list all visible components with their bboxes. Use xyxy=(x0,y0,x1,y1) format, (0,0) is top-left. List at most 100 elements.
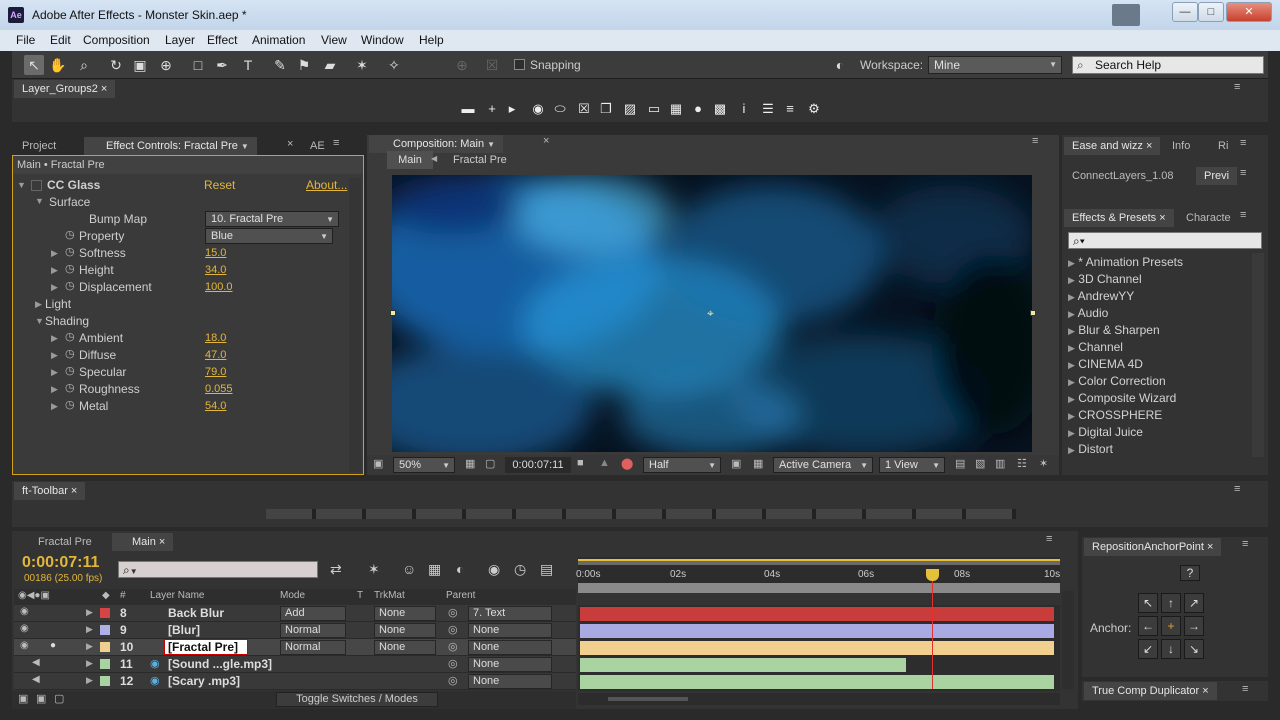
property-dropdown[interactable]: Blue ▼ xyxy=(205,228,333,244)
layer-name[interactable]: Back Blur xyxy=(168,606,224,620)
panel-menu-icon[interactable]: ≡ xyxy=(333,137,339,149)
anchor-top-button[interactable]: ↑ xyxy=(1161,593,1181,613)
stopwatch-icon[interactable]: ◷ xyxy=(65,398,75,411)
panel-menu-icon[interactable]: ≡ xyxy=(1242,538,1248,550)
selection-tool-icon[interactable]: ↖ xyxy=(24,55,44,75)
timestretch-icon[interactable]: ▢ xyxy=(54,692,64,705)
snapping-checkbox[interactable] xyxy=(514,59,525,70)
tab-main[interactable]: Main × xyxy=(112,533,174,551)
play-icon[interactable]: ▸ xyxy=(504,101,520,117)
table-row[interactable]: ◉ ▶ 8 Back Blur Add None ◎ 7. Text xyxy=(14,605,576,622)
expand-triangle-icon[interactable]: ▶ xyxy=(86,624,93,635)
rgb-channels-icon[interactable]: ⬤ xyxy=(621,457,633,470)
ambient-value[interactable]: 18.0 xyxy=(205,332,226,344)
close-icon[interactable]: × xyxy=(1207,541,1213,553)
expand-triangle-icon[interactable]: ▶ xyxy=(86,607,93,618)
camera-dropdown[interactable]: Active Camera ▼ xyxy=(773,457,873,473)
list-item[interactable]: ▶ CINEMA 4D xyxy=(1068,357,1143,371)
list-item[interactable]: ▶ Channel xyxy=(1068,340,1123,354)
close-icon[interactable]: × xyxy=(543,135,549,147)
work-area-bar[interactable] xyxy=(578,559,1060,565)
fast-preview-icon[interactable]: ▧ xyxy=(975,457,985,470)
workspace-dropdown[interactable]: Mine ▼ xyxy=(928,56,1062,74)
menu-window[interactable]: Window xyxy=(361,33,404,47)
maximize-button[interactable]: □ xyxy=(1198,2,1224,22)
rotate-tool-icon[interactable]: ↻ xyxy=(106,55,126,75)
list-item[interactable]: ▶ Blur & Sharpen xyxy=(1068,323,1160,337)
info-icon[interactable]: i xyxy=(736,101,752,117)
menu-composition[interactable]: Composition xyxy=(83,33,150,47)
tab-ae[interactable]: AE xyxy=(302,137,333,155)
axis-local-icon[interactable]: ⊕ xyxy=(452,55,472,75)
audio-speaker-icon[interactable]: ◀ xyxy=(32,674,40,685)
solo-icon[interactable]: ● xyxy=(50,640,56,651)
ft-toolbar-buttons[interactable] xyxy=(266,509,1016,519)
stopwatch-icon[interactable]: ◷ xyxy=(514,561,526,578)
tab-layer-groups[interactable]: Layer_Groups2 × xyxy=(14,80,116,98)
expand-triangle-icon[interactable]: ▼ xyxy=(17,180,26,190)
label-color-swatch[interactable] xyxy=(100,659,110,669)
anchor-top-left-button[interactable]: ↖ xyxy=(1138,593,1158,613)
label-color-swatch[interactable] xyxy=(100,676,110,686)
tab-reposition-anchor[interactable]: RepositionAnchorPoint × xyxy=(1084,538,1222,556)
tab-true-comp-duplicator[interactable]: True Comp Duplicator × xyxy=(1084,682,1217,700)
mode-dropdown[interactable]: Normal xyxy=(280,623,346,638)
axis-world-icon[interactable]: ☒ xyxy=(482,55,502,75)
tab-character[interactable]: Characte xyxy=(1178,209,1239,227)
menu-edit[interactable]: Edit xyxy=(50,33,71,47)
hand-tool-icon[interactable]: ✋ xyxy=(48,55,68,75)
close-icon[interactable]: × xyxy=(1159,212,1165,224)
zoom-bar[interactable] xyxy=(578,583,1060,593)
expand-triangle-icon[interactable]: ▶ xyxy=(35,299,42,310)
expand-triangle-icon[interactable]: ▼ xyxy=(35,196,44,206)
label-color-swatch[interactable] xyxy=(100,608,110,618)
toggle-pixel-icon[interactable]: ▤ xyxy=(955,457,965,470)
pen-tool-icon[interactable]: ✒ xyxy=(212,55,232,75)
list-item[interactable]: ▶ AndrewYY xyxy=(1068,289,1134,303)
close-button[interactable]: ✕ xyxy=(1226,2,1272,22)
layer-bar[interactable] xyxy=(580,641,1054,655)
expand-triangle-icon[interactable]: ▼ xyxy=(35,316,44,326)
parent-dropdown[interactable]: 7. Text xyxy=(468,606,552,621)
roto-brush-tool-icon[interactable]: ✶ xyxy=(352,55,372,75)
workspace-toggle-icon[interactable]: ◐ xyxy=(828,55,852,75)
list-item[interactable]: ▶ Composite Wizard xyxy=(1068,391,1176,405)
panel-menu-icon[interactable]: ≡ xyxy=(1046,533,1052,545)
stopwatch-icon[interactable]: ◷ xyxy=(65,330,75,343)
expand-triangle-icon[interactable]: ▶ xyxy=(86,641,93,652)
eye-icon[interactable]: ◉ xyxy=(20,606,29,617)
panel-menu-icon[interactable]: ≡ xyxy=(1242,683,1248,695)
folder-icon[interactable]: ▬ xyxy=(460,101,476,117)
list-item[interactable]: ▶ 3D Channel xyxy=(1068,272,1142,286)
table-row[interactable]: ◉ ▶ 9 [Blur] Normal None ◎ None xyxy=(14,622,576,639)
transfer-controls-icon[interactable]: ▣ xyxy=(36,692,46,705)
stopwatch-icon[interactable]: ◷ xyxy=(65,364,75,377)
expand-triangle-icon[interactable]: ▶ xyxy=(51,282,58,293)
close-icon[interactable]: × xyxy=(101,83,107,95)
expand-triangle-icon[interactable]: ▶ xyxy=(51,350,58,361)
grid-icon[interactable]: ▩ xyxy=(712,101,728,117)
expand-triangle-icon[interactable]: ▶ xyxy=(51,384,58,395)
bump-map-dropdown[interactable]: 10. Fractal Pre ▼ xyxy=(205,211,339,227)
view-layout-dropdown[interactable]: 1 View ▼ xyxy=(879,457,945,473)
close-icon[interactable]: × xyxy=(71,485,77,497)
close-icon[interactable]: × xyxy=(159,536,165,548)
frame-blending-icon[interactable]: ▦ xyxy=(428,561,441,578)
timeline-icon[interactable]: ▥ xyxy=(995,457,1005,470)
height-value[interactable]: 34.0 xyxy=(205,264,226,276)
motion-blur-icon[interactable]: ◐ xyxy=(456,561,464,577)
close-icon[interactable]: × xyxy=(1202,685,1208,697)
displacement-value[interactable]: 100.0 xyxy=(205,281,233,293)
toggle-switches-modes-button[interactable]: Toggle Switches / Modes xyxy=(276,692,438,707)
add-icon[interactable]: + xyxy=(484,101,500,117)
layer-name[interactable]: [Blur] xyxy=(168,623,200,637)
tab-ease-and-wizz[interactable]: Ease and wizz × xyxy=(1064,137,1161,155)
transparency-grid-icon[interactable]: ▦ xyxy=(753,457,763,470)
snapshot-camera-icon[interactable]: ■ xyxy=(577,457,584,469)
more-icon[interactable]: ☰ xyxy=(760,101,776,117)
timeline-search-field[interactable]: ⌕▼ xyxy=(118,561,318,578)
comp-mini-flowchart-icon[interactable]: ⇄ xyxy=(330,561,342,578)
search-help-field[interactable]: ⌕ Search Help xyxy=(1072,56,1264,74)
list-item[interactable]: ▶ CROSSPHERE xyxy=(1068,408,1162,422)
menu-file[interactable]: File xyxy=(16,33,35,47)
